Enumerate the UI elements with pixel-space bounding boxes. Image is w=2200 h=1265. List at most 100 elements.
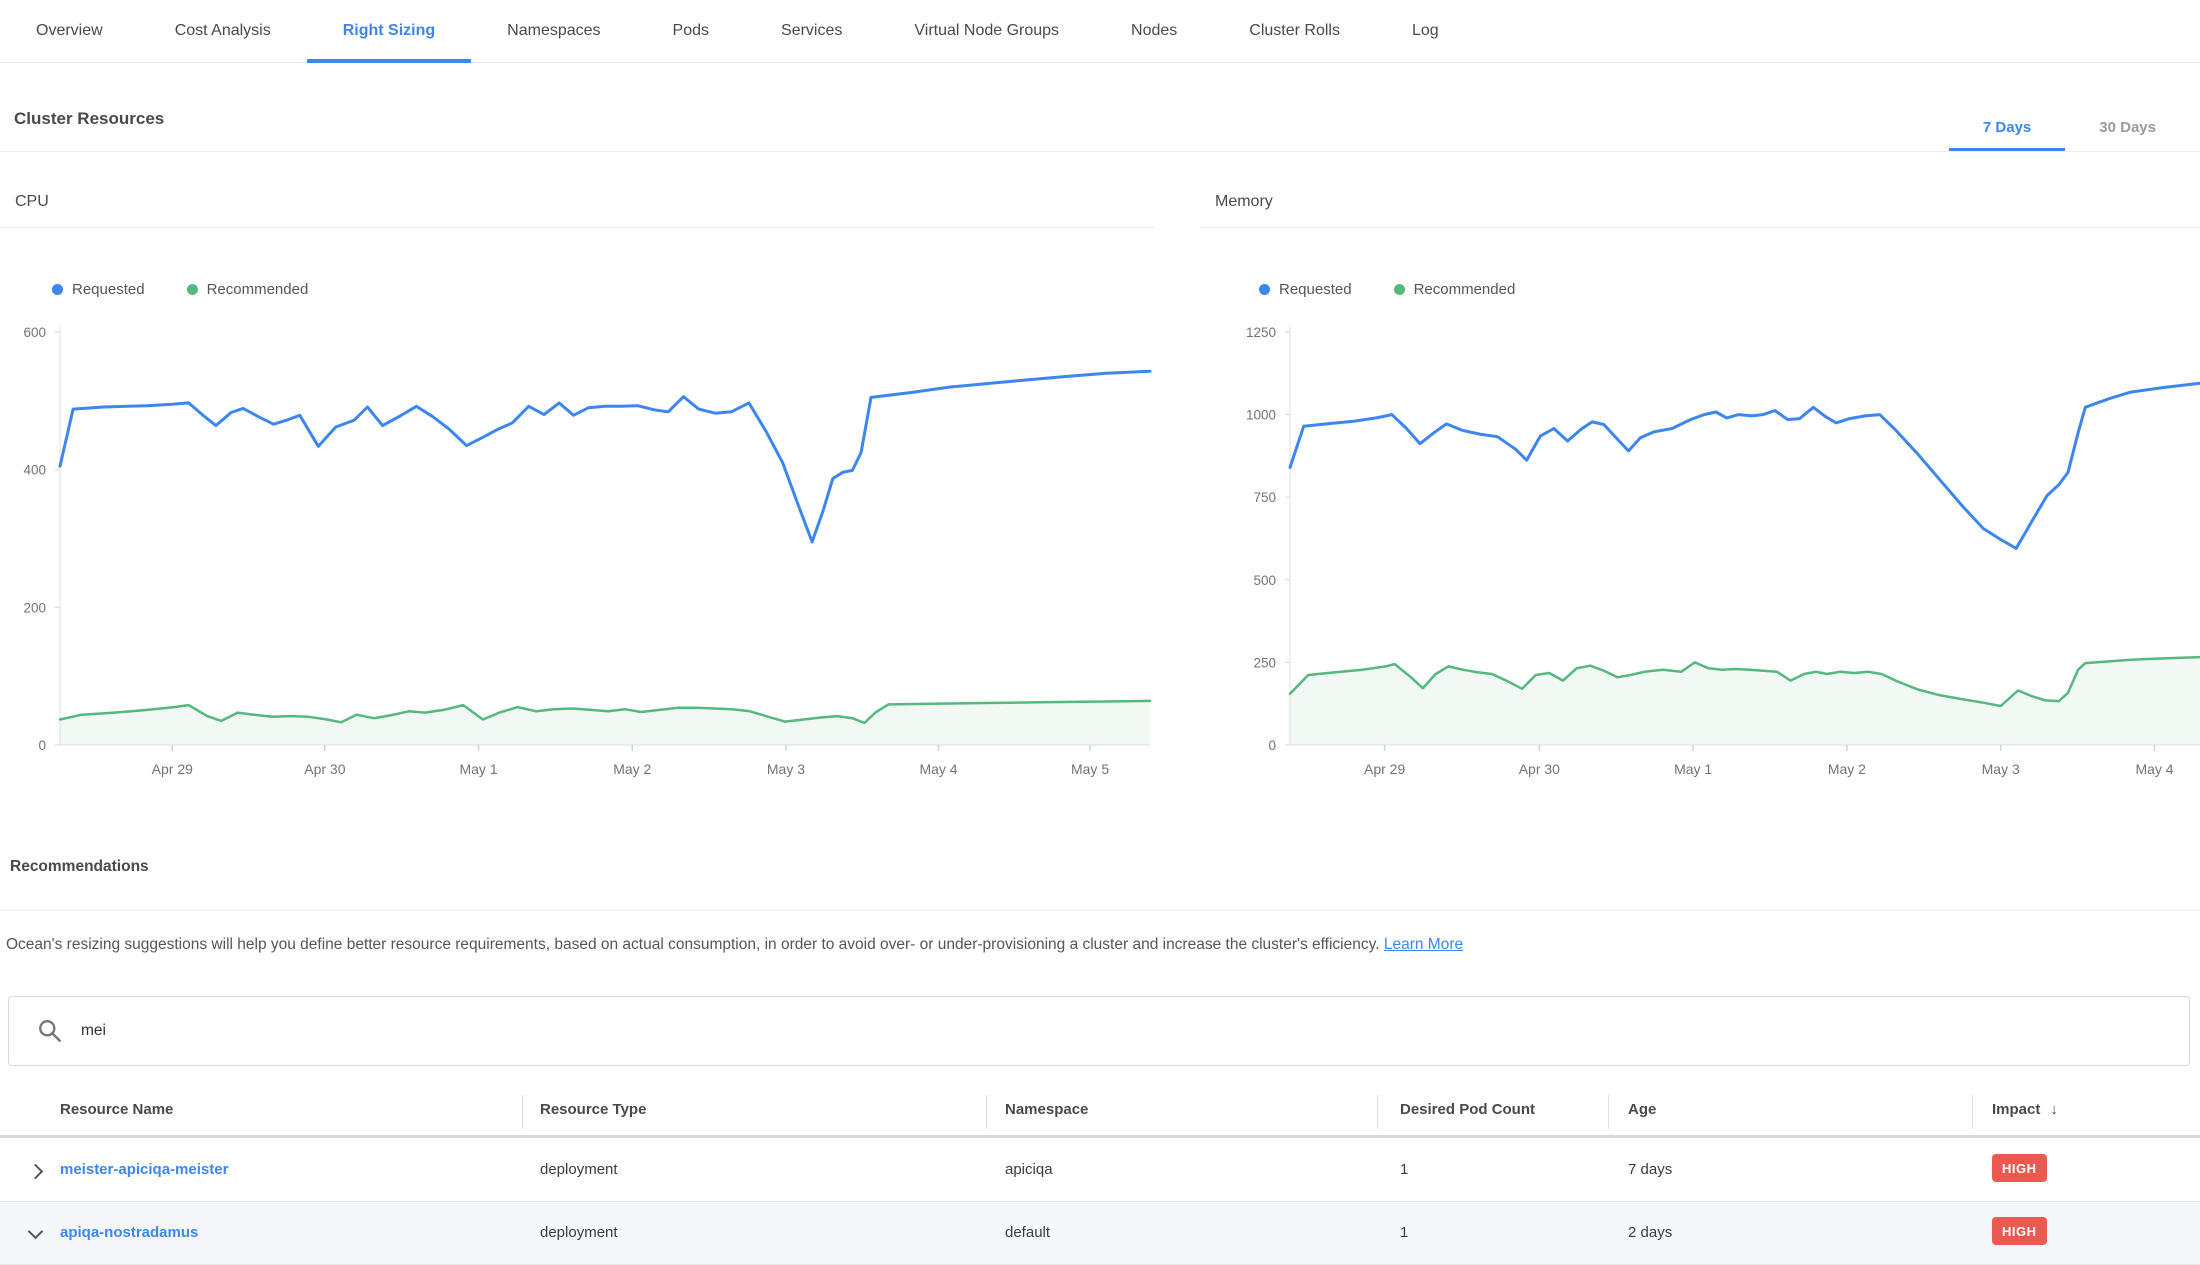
recommendations-title: Recommendations — [10, 858, 149, 876]
x-tick-label: May 1 — [1674, 761, 1712, 777]
cell-age: 7 days — [1628, 1161, 1672, 1178]
impact-badge-high: HIGH — [1992, 1154, 2047, 1182]
y-tick-label: 0 — [1268, 738, 1276, 753]
collapse-row-chevron-icon[interactable] — [28, 1224, 44, 1240]
x-tick-label: Apr 30 — [304, 761, 345, 777]
requested-line — [1290, 383, 2200, 548]
cpu-chart-title: CPU — [0, 185, 1155, 228]
y-tick-label: 750 — [1253, 490, 1276, 505]
cell-namespace: default — [1005, 1224, 1050, 1241]
time-range-toggle: 7 Days30 Days — [1949, 104, 2190, 151]
cpu-chart-panel: CPU Requested Recommended 0 200 400 600 Apr 2… — [0, 185, 1155, 805]
y-tick-label: 1000 — [1246, 408, 1276, 423]
recommended-area — [60, 701, 1150, 745]
memory-chart-legend: Requested Recommended — [1259, 281, 1515, 298]
recommendations-table-header: Resource Name Resource Type Namespace Desir… — [0, 1085, 2200, 1138]
resource-name-link[interactable]: meister-apiciqa-meister — [60, 1161, 228, 1178]
divider — [0, 910, 2200, 911]
column-divider — [1377, 1095, 1378, 1129]
cpu-line-chart: 0 200 400 600 Apr 29 Apr 30 May 1 May 2 May 3 May… — [0, 315, 1155, 795]
legend-item-recommended[interactable]: Recommended — [1394, 281, 1516, 298]
column-header-resource-name[interactable]: Resource Name — [60, 1101, 173, 1118]
y-tick-label: 250 — [1253, 655, 1276, 670]
cell-age: 2 days — [1628, 1224, 1672, 1241]
ocean-right-sizing-page: OverviewCost AnalysisRight SizingNamespa… — [0, 0, 2200, 1264]
tab-services[interactable]: Services — [745, 0, 878, 62]
cpu-chart-legend: Requested Recommended — [52, 281, 308, 298]
resource-name-link[interactable]: apiqa-nostradamus — [60, 1224, 198, 1241]
legend-label: Recommended — [1414, 281, 1516, 298]
legend-item-recommended[interactable]: Recommended — [187, 281, 309, 298]
search-input[interactable] — [79, 1021, 2189, 1041]
legend-dot-requested — [1259, 284, 1270, 295]
y-tick-label: 1250 — [1246, 325, 1276, 340]
main-tab-bar: OverviewCost AnalysisRight SizingNamespa… — [0, 0, 2200, 63]
column-header-age[interactable]: Age — [1628, 1101, 1656, 1118]
legend-label: Requested — [72, 281, 145, 298]
tab-cost-analysis[interactable]: Cost Analysis — [139, 0, 307, 62]
x-tick-label: May 5 — [1071, 761, 1109, 777]
x-tick-label: May 1 — [459, 761, 497, 777]
legend-dot-requested — [52, 284, 63, 295]
sort-descending-arrow-icon[interactable]: ↓ — [2050, 1101, 2058, 1118]
cluster-resources-header: Cluster Resources 7 Days30 Days — [0, 62, 2200, 152]
cell-desired-pod-count: 1 — [1400, 1224, 1408, 1241]
cell-resource-type: deployment — [540, 1224, 618, 1241]
y-tick-label: 0 — [38, 738, 46, 753]
legend-label: Recommended — [207, 281, 309, 298]
x-tick-label: May 3 — [767, 761, 805, 777]
recommendations-description-text: Ocean's resizing suggestions will help y… — [6, 936, 1380, 953]
legend-label: Requested — [1279, 281, 1352, 298]
column-divider — [1972, 1095, 1973, 1129]
memory-line-chart: 0 250 500 750 1000 1250 Apr 29 Apr 30 May 1 May 2… — [1200, 315, 2200, 795]
legend-dot-recommended — [187, 284, 198, 295]
cell-namespace: apiciqa — [1005, 1161, 1053, 1178]
y-tick-label: 400 — [23, 463, 46, 478]
memory-chart-title: Memory — [1200, 185, 2200, 228]
tab-nodes[interactable]: Nodes — [1095, 0, 1213, 62]
learn-more-link[interactable]: Learn More — [1384, 936, 1463, 953]
y-tick-label: 500 — [1253, 573, 1276, 588]
x-tick-label: May 2 — [613, 761, 651, 777]
impact-badge-high: HIGH — [1992, 1217, 2047, 1245]
column-divider — [986, 1095, 987, 1129]
column-header-desired-pod-count[interactable]: Desired Pod Count — [1400, 1101, 1535, 1118]
column-header-namespace[interactable]: Namespace — [1005, 1101, 1088, 1118]
x-tick-label: Apr 29 — [1364, 761, 1405, 777]
range-tab-30-days[interactable]: 30 Days — [2065, 104, 2190, 151]
expand-row-chevron-icon[interactable] — [28, 1164, 44, 1180]
column-header-impact[interactable]: Impact↓ — [1992, 1101, 2058, 1118]
cluster-resources-title: Cluster Resources — [14, 109, 164, 129]
tab-overview[interactable]: Overview — [0, 0, 139, 62]
requested-line — [60, 371, 1150, 542]
column-divider — [1608, 1095, 1609, 1129]
tab-right-sizing[interactable]: Right Sizing — [307, 0, 471, 62]
x-tick-label: May 3 — [1982, 761, 2020, 777]
legend-item-requested[interactable]: Requested — [52, 281, 145, 298]
cell-desired-pod-count: 1 — [1400, 1161, 1408, 1178]
column-header-resource-type[interactable]: Resource Type — [540, 1101, 646, 1118]
y-tick-label: 600 — [23, 325, 46, 340]
legend-item-requested[interactable]: Requested — [1259, 281, 1352, 298]
table-row-apiqa-nostradamus[interactable]: apiqa-nostradamus deployment default 1 2 day… — [0, 1203, 2200, 1265]
x-tick-label: May 4 — [2135, 761, 2173, 777]
tab-pods[interactable]: Pods — [637, 0, 745, 62]
memory-chart-panel: Memory Requested Recommended 0 250 500 750 10… — [1200, 185, 2200, 805]
search-icon — [37, 1018, 63, 1044]
x-tick-label: Apr 30 — [1519, 761, 1560, 777]
range-tab-7-days[interactable]: 7 Days — [1949, 104, 2065, 151]
x-tick-label: May 4 — [919, 761, 957, 777]
column-divider — [522, 1095, 523, 1129]
resource-search-box — [8, 996, 2190, 1066]
y-tick-label: 200 — [23, 600, 46, 615]
tab-log[interactable]: Log — [1376, 0, 1475, 62]
cell-resource-type: deployment — [540, 1161, 618, 1178]
legend-dot-recommended — [1394, 284, 1405, 295]
tab-virtual-node-groups[interactable]: Virtual Node Groups — [878, 0, 1095, 62]
table-row-meister-apiciqa-meister[interactable]: meister-apiciqa-meister deployment apiciqa… — [0, 1140, 2200, 1202]
recommendations-description: Ocean's resizing suggestions will help y… — [6, 936, 2106, 954]
x-tick-label: Apr 29 — [152, 761, 193, 777]
tab-cluster-rolls[interactable]: Cluster Rolls — [1213, 0, 1376, 62]
x-tick-label: May 2 — [1828, 761, 1866, 777]
tab-namespaces[interactable]: Namespaces — [471, 0, 636, 62]
